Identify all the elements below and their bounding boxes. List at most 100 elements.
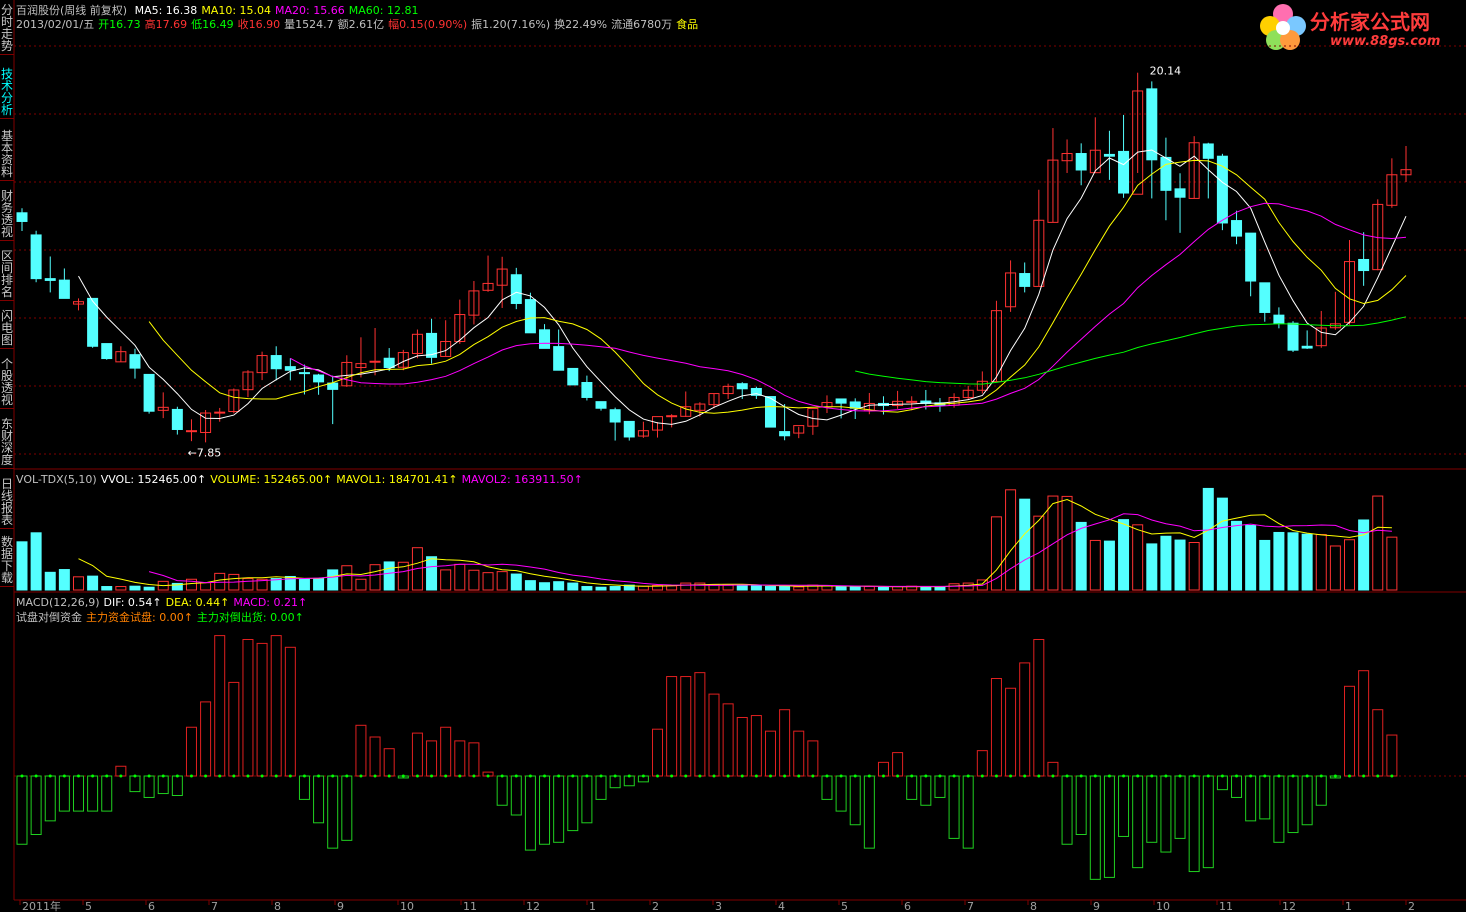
- macd-bar: [1231, 775, 1243, 798]
- macd-bar: [581, 775, 593, 824]
- macd-bar: [1273, 775, 1285, 843]
- macd-bar: [835, 775, 847, 812]
- macd-bar: [313, 775, 325, 824]
- x-axis-label: 7: [967, 900, 974, 912]
- macd-zero-dot: [34, 774, 38, 778]
- volume-bar: [1386, 536, 1398, 591]
- macd-zero-dot: [613, 774, 617, 778]
- macd-bar: [1372, 709, 1384, 777]
- candle-body: [214, 411, 226, 414]
- candle-body: [623, 420, 635, 438]
- ma60-line: [855, 316, 1407, 385]
- volume-bar: [1245, 525, 1257, 591]
- macd-bar: [510, 775, 522, 816]
- macd-zero-dot: [62, 774, 66, 778]
- macd-bar: [849, 775, 861, 826]
- volume-bar: [1259, 539, 1271, 591]
- macd-bar: [976, 750, 988, 777]
- macd-zero-dot: [288, 774, 292, 778]
- macd-zero-dot: [1362, 774, 1366, 778]
- volume-bar: [1372, 495, 1384, 591]
- macd-zero-dot: [48, 774, 52, 778]
- macd-bar: [1132, 775, 1144, 869]
- macd-zero-dot: [740, 774, 744, 778]
- volume-bar: [1216, 497, 1228, 591]
- volume-bar: [990, 516, 1002, 591]
- x-axis-label: 11: [463, 900, 477, 912]
- volume-bar: [1358, 519, 1370, 591]
- x-axis-label: 8: [1030, 900, 1037, 912]
- x-axis-label: 2011年: [22, 899, 61, 912]
- macd-bar: [1075, 775, 1087, 835]
- volume-bar: [553, 581, 565, 591]
- macd-zero-dot: [712, 774, 716, 778]
- macd-zero-dot: [175, 774, 179, 778]
- candle-body: [171, 408, 183, 430]
- volume-bar: [1344, 539, 1356, 591]
- macd-bar: [58, 775, 70, 812]
- macd-bar: [920, 775, 932, 806]
- macd-zero-dot: [1093, 774, 1097, 778]
- volume-bar: [863, 586, 875, 591]
- macd-zero-dot: [331, 774, 335, 778]
- macd-zero-dot: [1206, 774, 1210, 778]
- macd-bar: [1047, 761, 1059, 777]
- macd-zero-dot: [105, 774, 109, 778]
- volume-bar: [567, 582, 579, 591]
- macd-bar: [426, 740, 438, 777]
- volume-bar: [313, 578, 325, 591]
- macd-zero-dot: [401, 774, 405, 778]
- macd-zero-dot: [627, 774, 631, 778]
- macd-zero-dot: [853, 774, 857, 778]
- macd-bar: [242, 639, 254, 777]
- macd-zero-dot: [444, 774, 448, 778]
- macd-zero-dot: [1079, 774, 1083, 778]
- macd-zero-dot: [867, 774, 871, 778]
- macd-zero-dot: [317, 774, 321, 778]
- macd-zero-dot: [76, 774, 80, 778]
- volume-bar: [877, 586, 889, 591]
- x-axis-label: 1: [589, 900, 596, 912]
- macd-zero-dot: [373, 774, 377, 778]
- macd-bar: [1160, 775, 1172, 853]
- macd-bar: [962, 775, 974, 849]
- macd-zero-dot: [839, 774, 843, 778]
- macd-zero-dot: [1178, 774, 1182, 778]
- volume-bar: [496, 571, 508, 591]
- macd-bar: [129, 775, 141, 793]
- mavol1-line: [78, 498, 1392, 588]
- macd-bar: [948, 775, 960, 839]
- stock-chart[interactable]: 20.14←7.852011年 5 6 7 8 9 10 11 12 1 2 3 4 5 6 7 8 9 10 11 1…: [0, 0, 1466, 912]
- volume-bar: [595, 586, 607, 591]
- macd-bar: [298, 775, 310, 800]
- volume-bar: [341, 565, 353, 591]
- volume-bar: [510, 573, 522, 591]
- volume-bar: [1174, 539, 1186, 591]
- macd-zero-dot: [1376, 774, 1380, 778]
- candle-body: [44, 278, 56, 281]
- macd-bar: [609, 775, 621, 789]
- volume-bar: [30, 532, 42, 591]
- candle-body: [736, 383, 748, 390]
- macd-zero-dot: [1220, 774, 1224, 778]
- macd-zero-dot: [1107, 774, 1111, 778]
- macd-bar: [863, 775, 875, 849]
- macd-zero-dot: [1051, 774, 1055, 778]
- macd-bar: [1033, 639, 1045, 777]
- macd-bar: [143, 775, 155, 798]
- high-price-label: 20.14: [1150, 65, 1182, 78]
- macd-zero-dot: [797, 774, 801, 778]
- volume-bar: [200, 582, 212, 591]
- macd-bar: [214, 635, 226, 777]
- macd-zero-dot: [486, 774, 490, 778]
- macd-bar: [877, 761, 889, 777]
- macd-bar: [383, 748, 395, 777]
- candle-body: [666, 415, 678, 418]
- volume-bar: [143, 586, 155, 591]
- volume-bar: [440, 569, 452, 591]
- x-axis-label: 10: [400, 900, 414, 912]
- candle-body: [383, 357, 395, 369]
- candle-body: [129, 354, 141, 369]
- volume-bar: [1160, 535, 1172, 591]
- volume-bar: [1005, 489, 1017, 591]
